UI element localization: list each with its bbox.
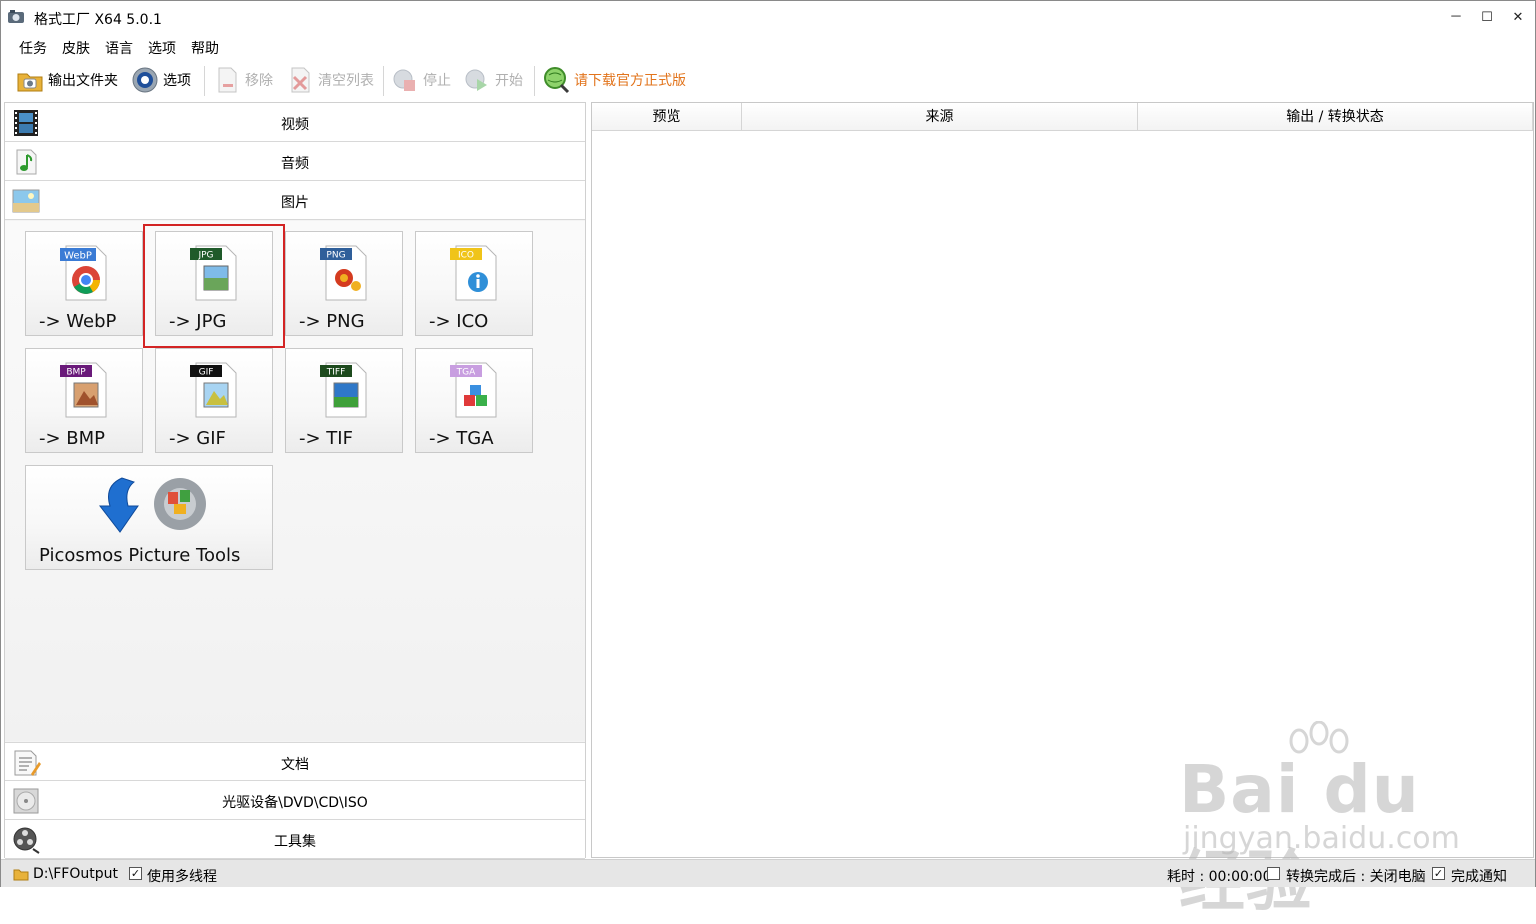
notify-checkbox[interactable]: ✓ <box>1432 867 1445 880</box>
clear-list-button[interactable]: 清空列表 <box>285 64 374 96</box>
category-toolset[interactable]: 工具集 <box>5 820 585 859</box>
status-bar: D:\FFOutput ✓ 使用多线程 耗时 : 00:00:00 转换完成后 … <box>1 859 1535 887</box>
watermark-url: jingyan.baidu.com <box>1183 821 1460 856</box>
clear-list-icon <box>291 67 310 93</box>
multithread-checkbox[interactable]: ✓ <box>129 867 142 880</box>
menu-skin[interactable]: 皮肤 <box>62 38 90 58</box>
format-tile-png[interactable]: PNG -> PNG <box>285 231 403 336</box>
format-tile-png-label: -> PNG <box>299 311 365 332</box>
svg-text:WebP: WebP <box>64 251 92 262</box>
folder-icon <box>17 73 43 92</box>
output-folder-label: 输出文件夹 <box>48 73 118 89</box>
output-folder-small-icon <box>13 869 29 881</box>
menu-options[interactable]: 选项 <box>148 38 176 58</box>
multithread-label: 使用多线程 <box>147 869 217 885</box>
svg-text:TGA: TGA <box>456 368 476 378</box>
column-header-preview[interactable]: 预览 <box>592 103 742 131</box>
picosmos-tools-icon <box>98 477 206 533</box>
window-title: 格式工厂 X64 5.0.1 <box>34 12 162 28</box>
clear-list-label: 清空列表 <box>318 73 374 89</box>
start-icon <box>465 69 487 91</box>
category-audio-label: 音频 <box>281 156 309 172</box>
category-toolset-label: 工具集 <box>274 834 316 850</box>
format-tile-ico-label: -> ICO <box>429 311 489 332</box>
app-logo-icon <box>8 10 24 23</box>
ico-file-icon: ICO <box>450 245 497 301</box>
bmp-file-icon: BMP <box>60 362 107 418</box>
start-label: 开始 <box>495 73 523 89</box>
picosmos-tools-label: Picosmos Picture Tools <box>39 545 241 566</box>
toolbar: 输出文件夹 选项 移除 清空列表 停止 开始 请下载官方正式版 <box>1 60 1535 100</box>
svg-text:ICO: ICO <box>458 251 474 261</box>
category-optical-drive-label: 光驱设备\DVD\CD\ISO <box>222 795 368 811</box>
format-tile-webp-label: -> WebP <box>39 311 117 332</box>
category-audio[interactable]: 音频 <box>5 142 585 181</box>
menu-help[interactable]: 帮助 <box>191 38 219 58</box>
tga-file-icon: TGA <box>450 362 497 418</box>
column-header-output-status[interactable]: 输出 / 转换状态 <box>1138 103 1533 131</box>
after-convert-label: 转换完成后 : 关闭电脑 <box>1286 869 1426 885</box>
gif-file-icon: GIF <box>190 362 237 418</box>
download-official-label: 请下载官方正式版 <box>574 73 686 89</box>
format-tile-bmp-label: -> BMP <box>39 428 106 449</box>
options-label: 选项 <box>163 73 191 89</box>
category-panel: 视频 音频 图片 WebP -> WebP JPG -> JPG PNG -> … <box>4 102 586 859</box>
output-folder-button[interactable]: 输出文件夹 <box>15 64 118 96</box>
svg-text:TIFF: TIFF <box>326 368 346 378</box>
format-tile-tif-label: -> TIF <box>299 428 353 449</box>
baidu-jingyan-watermark: Bai du 经验 jingyan.baidu.com <box>1179 721 1469 920</box>
toolbar-separator <box>534 66 535 96</box>
menu-tasks[interactable]: 任务 <box>19 38 47 58</box>
tif-file-icon: TIFF <box>320 362 367 418</box>
stop-button[interactable]: 停止 <box>390 64 451 96</box>
picture-formats-grid: WebP -> WebP JPG -> JPG PNG -> PNG ICO -… <box>5 221 585 741</box>
category-document[interactable]: 文档 <box>5 742 585 781</box>
remove-label: 移除 <box>245 73 273 89</box>
format-tile-gif-label: -> GIF <box>169 428 226 449</box>
jpg-selection-highlight <box>143 224 285 348</box>
start-button[interactable]: 开始 <box>462 64 523 96</box>
elapsed-time: 耗时 : 00:00:00 <box>1167 869 1272 885</box>
webp-file-icon: WebP <box>60 245 107 301</box>
toolbar-separator <box>204 66 205 96</box>
format-tile-ico[interactable]: ICO -> ICO <box>415 231 533 336</box>
title-bar: 格式工厂 X64 5.0.1 － ☐ ✕ <box>1 1 1535 35</box>
options-gear-icon <box>132 67 158 93</box>
remove-button[interactable]: 移除 <box>212 64 273 96</box>
globe-search-icon <box>544 67 570 94</box>
category-picture-label: 图片 <box>281 195 309 211</box>
app-window: 格式工厂 X64 5.0.1 － ☐ ✕ 任务 皮肤 语言 选项 帮助 输出文件… <box>0 0 1536 920</box>
png-file-icon: PNG <box>320 245 367 301</box>
picosmos-picture-tools-tile[interactable]: Picosmos Picture Tools <box>25 465 273 570</box>
toolbar-separator <box>383 66 384 96</box>
category-optical-drive[interactable]: 光驱设备\DVD\CD\ISO <box>5 781 585 820</box>
notify-label: 完成通知 <box>1451 869 1507 885</box>
category-document-label: 文档 <box>281 757 309 773</box>
format-tile-gif[interactable]: GIF -> GIF <box>155 348 273 453</box>
svg-text:BMP: BMP <box>66 368 86 378</box>
stop-icon <box>393 69 415 91</box>
after-convert-checkbox[interactable] <box>1267 867 1280 880</box>
svg-text:GIF: GIF <box>199 368 214 378</box>
minimize-button[interactable]: － <box>1441 7 1471 29</box>
category-video[interactable]: 视频 <box>5 103 585 142</box>
category-picture[interactable]: 图片 <box>5 181 585 220</box>
close-button[interactable]: ✕ <box>1503 7 1533 29</box>
format-tile-bmp[interactable]: BMP -> BMP <box>25 348 143 453</box>
format-tile-tif[interactable]: TIFF -> TIF <box>285 348 403 453</box>
format-tile-webp[interactable]: WebP -> WebP <box>25 231 143 336</box>
remove-icon <box>218 67 237 93</box>
menu-language[interactable]: 语言 <box>105 38 133 58</box>
menu-bar: 任务 皮肤 语言 选项 帮助 <box>1 35 1535 59</box>
format-tile-tga[interactable]: TGA -> TGA <box>415 348 533 453</box>
download-official-link[interactable]: 请下载官方正式版 <box>541 64 686 96</box>
category-video-label: 视频 <box>281 117 309 133</box>
stop-label: 停止 <box>423 73 451 89</box>
column-header-source[interactable]: 来源 <box>742 103 1138 131</box>
format-tile-tga-label: -> TGA <box>429 428 494 449</box>
options-button[interactable]: 选项 <box>130 64 191 96</box>
output-path[interactable]: D:\FFOutput <box>33 866 118 882</box>
maximize-button[interactable]: ☐ <box>1472 7 1502 29</box>
svg-text:PNG: PNG <box>326 251 345 261</box>
